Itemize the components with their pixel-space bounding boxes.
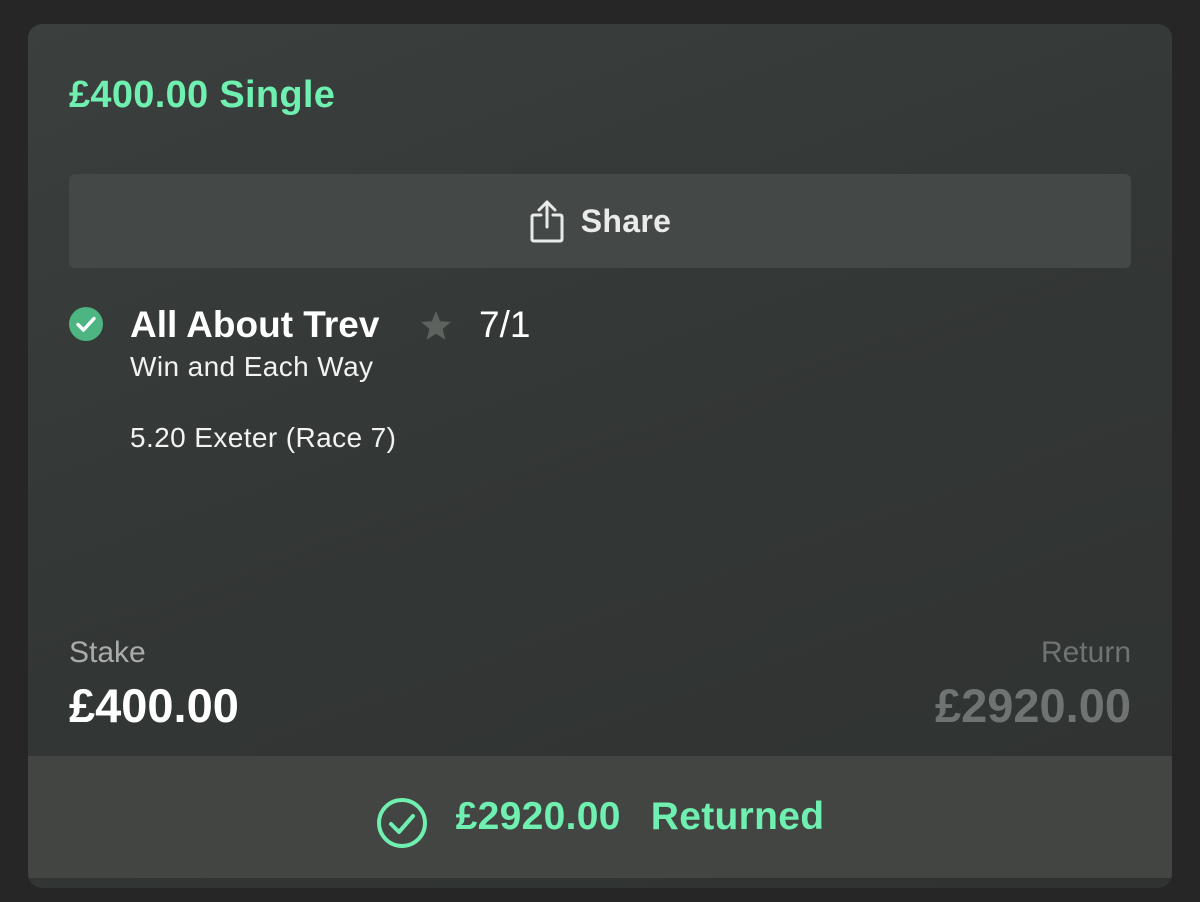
star-icon[interactable] [418, 308, 454, 344]
selection-name: All About Trev [130, 304, 380, 345]
share-button[interactable]: Share [69, 174, 1131, 268]
selection-market: Win and Each Way [130, 351, 374, 382]
stake-value: £400.00 [69, 679, 239, 732]
bet-title: £400.00 Single [69, 74, 336, 116]
returned-check-icon [376, 798, 427, 848]
bet-card: £400.00 Single Share All About Trev 7/1 … [28, 24, 1172, 888]
check-circle-icon [69, 307, 103, 341]
returned-label: Returned [650, 795, 825, 838]
share-label: Share [580, 202, 672, 239]
returned-amount: £2920.00 [455, 795, 621, 838]
share-icon [530, 200, 564, 243]
selection-odds: 7/1 [479, 304, 531, 345]
stake-label: Stake [69, 636, 146, 669]
selection-event: 5.20 Exeter (Race 7) [130, 422, 397, 453]
return-label: Return [1040, 636, 1131, 669]
return-value: £2920.00 [934, 679, 1131, 732]
returned-banner: £2920.00 Returned [28, 756, 1172, 878]
